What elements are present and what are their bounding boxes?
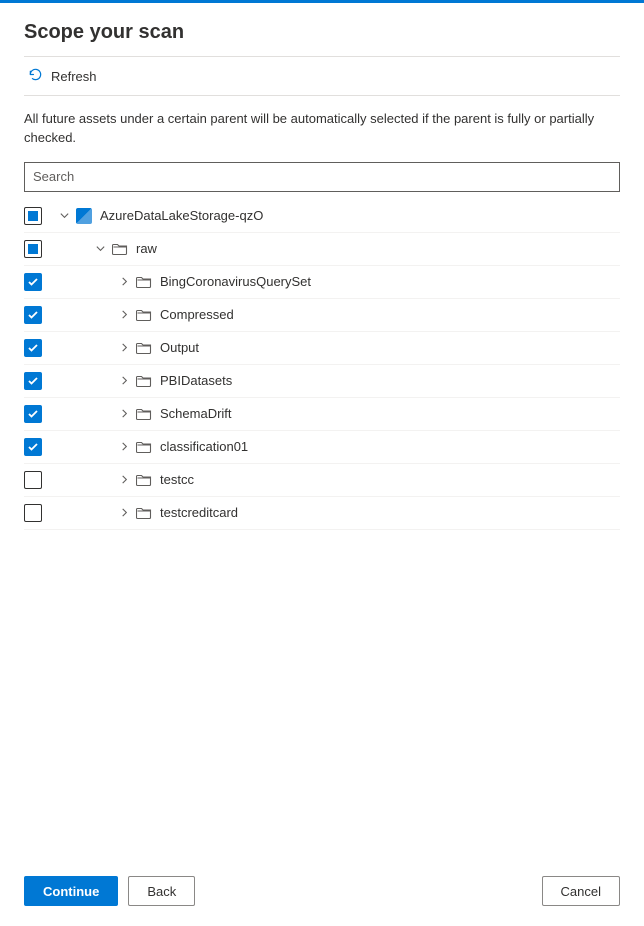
search-input[interactable] (24, 162, 620, 192)
node-label: BingCoronavirusQuerySet (160, 274, 311, 289)
chevron-right-icon[interactable] (112, 276, 136, 287)
description-text: All future assets under a certain parent… (24, 110, 620, 148)
checkbox[interactable] (24, 273, 42, 291)
chevron-down-icon[interactable] (88, 243, 112, 254)
chevron-right-icon[interactable] (112, 408, 136, 419)
refresh-button[interactable]: Refresh (24, 65, 101, 87)
folder-icon (136, 340, 152, 356)
node-label: SchemaDrift (160, 406, 232, 421)
storage-icon (76, 208, 92, 224)
checkbox[interactable] (24, 405, 42, 423)
checkbox[interactable] (24, 504, 42, 522)
footer: Continue Back Cancel (0, 862, 644, 926)
tree: AzureDataLakeStorage-qzO raw BingCoronav… (24, 200, 620, 530)
checkbox[interactable] (24, 471, 42, 489)
tree-row[interactable]: classification01 (24, 431, 620, 464)
cancel-button[interactable]: Cancel (542, 876, 620, 906)
tree-row[interactable]: PBIDatasets (24, 365, 620, 398)
chevron-right-icon[interactable] (112, 507, 136, 518)
folder-icon (136, 472, 152, 488)
continue-button[interactable]: Continue (24, 876, 118, 906)
folder-icon (136, 373, 152, 389)
checkbox[interactable] (24, 306, 42, 324)
chevron-down-icon[interactable] (52, 210, 76, 221)
toolbar: Refresh (24, 56, 620, 96)
checkbox[interactable] (24, 372, 42, 390)
page-title: Scope your scan (24, 21, 620, 44)
node-label: Compressed (160, 307, 234, 322)
node-label: testcc (160, 472, 194, 487)
checkbox[interactable] (24, 240, 42, 258)
chevron-right-icon[interactable] (112, 375, 136, 386)
node-label: PBIDatasets (160, 373, 232, 388)
checkbox[interactable] (24, 438, 42, 456)
folder-icon (136, 505, 152, 521)
checkbox[interactable] (24, 339, 42, 357)
chevron-right-icon[interactable] (112, 474, 136, 485)
chevron-right-icon[interactable] (112, 441, 136, 452)
checkbox[interactable] (24, 207, 42, 225)
tree-row[interactable]: Compressed (24, 299, 620, 332)
node-label: Output (160, 340, 199, 355)
folder-icon (112, 241, 128, 257)
chevron-right-icon[interactable] (112, 342, 136, 353)
back-button[interactable]: Back (128, 876, 195, 906)
folder-icon (136, 406, 152, 422)
tree-row[interactable]: Output (24, 332, 620, 365)
folder-icon (136, 274, 152, 290)
tree-row-raw[interactable]: raw (24, 233, 620, 266)
node-label: classification01 (160, 439, 248, 454)
refresh-label: Refresh (51, 69, 97, 84)
folder-icon (136, 307, 152, 323)
tree-row[interactable]: testcreditcard (24, 497, 620, 530)
chevron-right-icon[interactable] (112, 309, 136, 320)
tree-row[interactable]: BingCoronavirusQuerySet (24, 266, 620, 299)
tree-row-root[interactable]: AzureDataLakeStorage-qzO (24, 200, 620, 233)
node-label: raw (136, 241, 157, 256)
tree-row[interactable]: SchemaDrift (24, 398, 620, 431)
tree-row[interactable]: testcc (24, 464, 620, 497)
refresh-icon (28, 67, 43, 85)
folder-icon (136, 439, 152, 455)
node-label: testcreditcard (160, 505, 238, 520)
node-label: AzureDataLakeStorage-qzO (100, 208, 263, 223)
